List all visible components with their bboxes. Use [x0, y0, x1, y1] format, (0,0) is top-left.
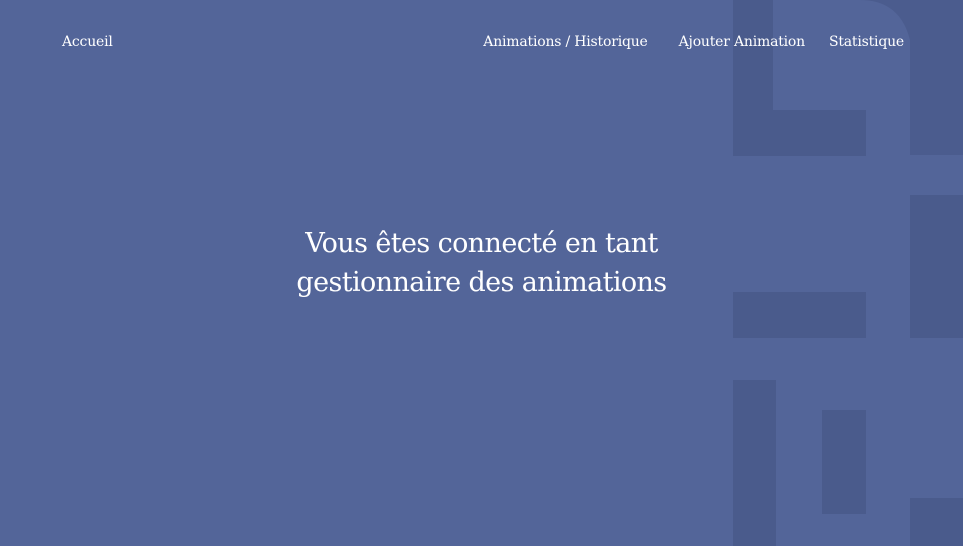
- welcome-message: Vous êtes connecté en tant gestionnaire …: [0, 224, 963, 302]
- nav-animations-history-link[interactable]: Animations / Historique: [483, 34, 648, 50]
- welcome-line-2: gestionnaire des animations: [296, 267, 667, 298]
- nav-home-link[interactable]: Accueil: [62, 34, 113, 50]
- nav-add-animation-link[interactable]: Ajouter Animation: [679, 34, 806, 50]
- nav-statistics-link[interactable]: Statistique: [829, 34, 904, 50]
- main-nav: Animations / Historique Ajouter Animatio…: [483, 34, 904, 50]
- welcome-line-1: Vous êtes connecté en tant: [305, 228, 658, 259]
